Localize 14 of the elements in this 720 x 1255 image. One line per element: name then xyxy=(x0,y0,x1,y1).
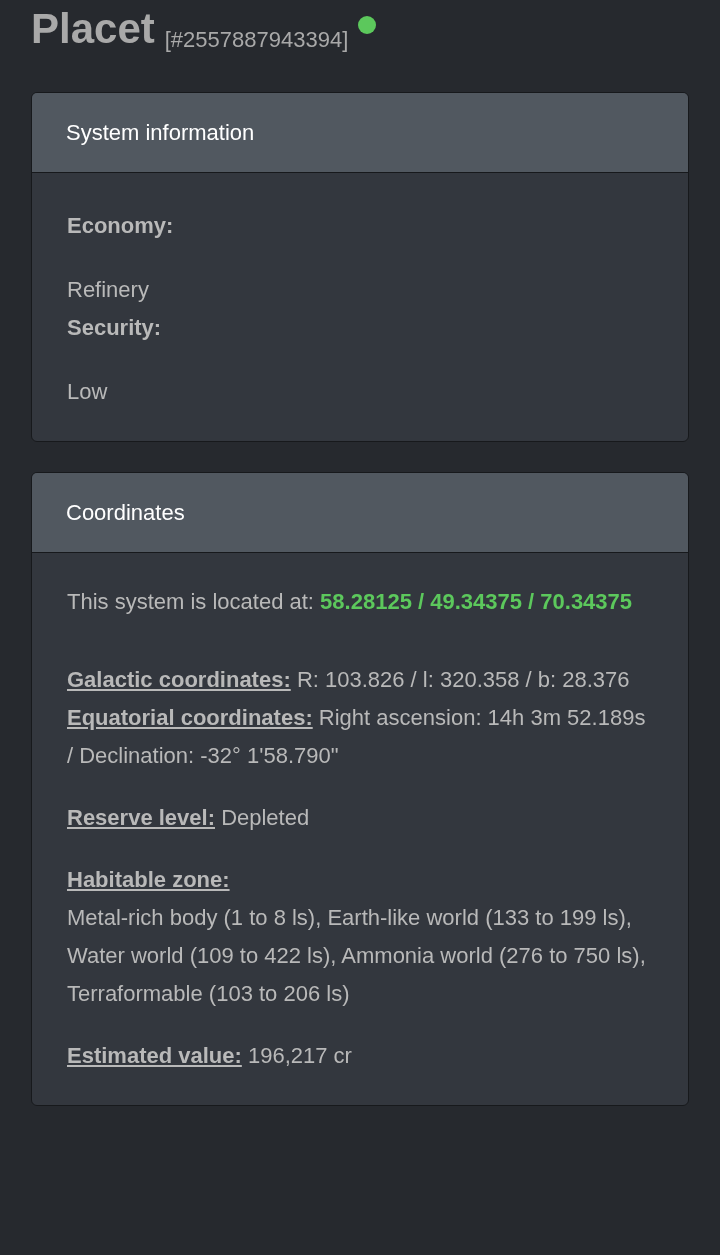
location-text: This system is located at: 58.28125 / 49.34375 / 70.34375 xyxy=(67,588,634,616)
coordinate-detail: Reserve level: Depleted xyxy=(67,804,311,832)
field-label: Economy: xyxy=(67,212,174,240)
field-value: Refinery xyxy=(67,276,149,304)
coordinate-detail: Equatorial coordinates: Right ascension: 14h 3m 52.189s / Declination: -32° 1'58.790" xyxy=(67,704,647,770)
coordinate-detail: Estimated value: 196,217 cr xyxy=(67,1042,353,1070)
system-name: Placet xyxy=(31,4,155,54)
field-label: Security: xyxy=(67,314,162,342)
coordinate-detail: Galactic coordinates: R: 103.826 / l: 320.358 / b: 28.376 xyxy=(67,666,631,694)
coordinate-detail: Habitable zone: Metal-rich body (1 to 8 ls), Earth-like world (133 to 199 ls), Water world (109 to 422 ls), Ammonia world (276 to 750 ls), Terraformable (103 to 206 ls) xyxy=(67,866,647,1008)
field-value: Low xyxy=(67,378,108,406)
card-title: Coordinates xyxy=(66,498,185,527)
system-id: [#2557887943394] xyxy=(164,26,349,54)
card-title: System information xyxy=(66,118,255,147)
